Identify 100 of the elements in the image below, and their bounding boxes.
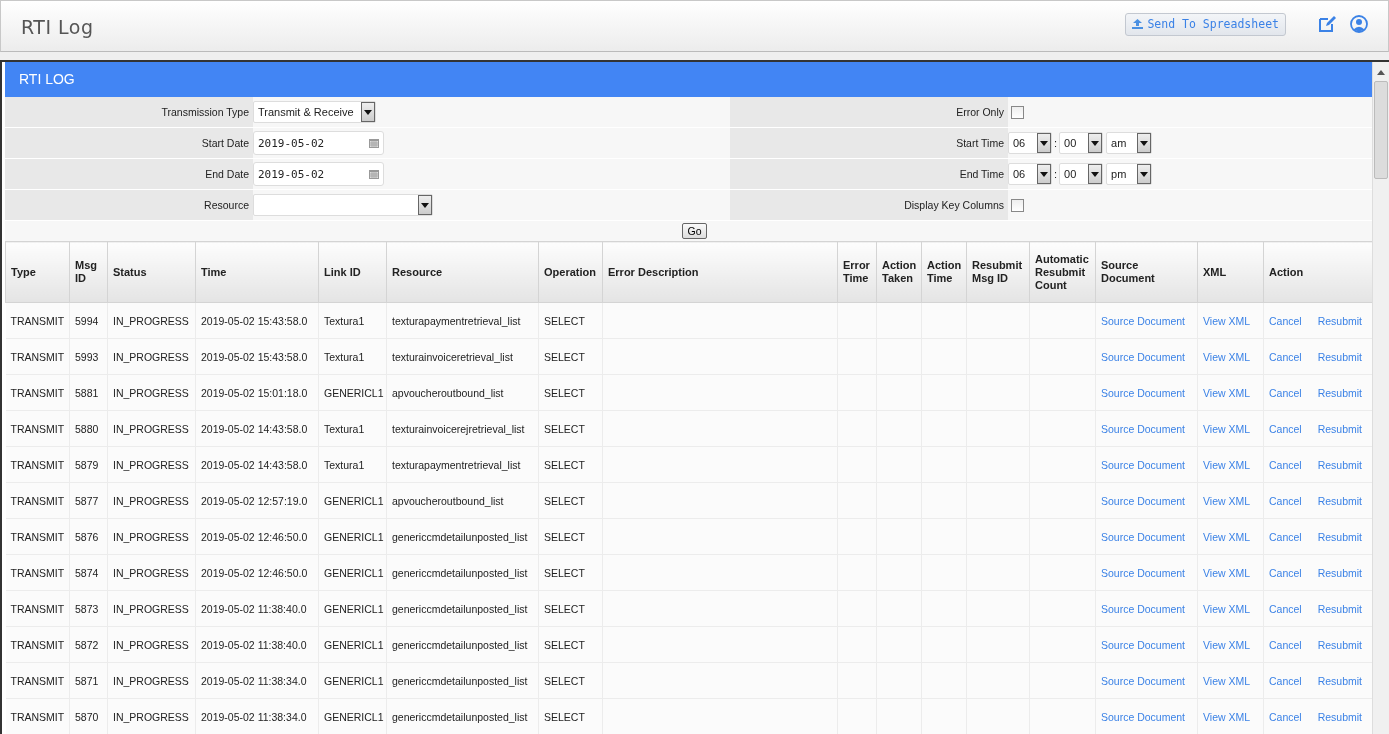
table-cell: IN_PROGRESS <box>107 482 196 519</box>
caret-icon <box>1091 171 1100 177</box>
minute-select[interactable]: 00 <box>1059 163 1104 185</box>
scrollbar[interactable] <box>1372 62 1389 734</box>
column-header[interactable]: Type <box>5 241 70 303</box>
column-header[interactable]: Resource <box>386 241 539 303</box>
select-value: 06 <box>1012 137 1026 149</box>
cancel-link[interactable]: Cancel <box>1269 458 1302 471</box>
resubmit-link[interactable]: Resubmit <box>1317 494 1363 507</box>
cancel-link[interactable]: Cancel <box>1269 602 1302 615</box>
column-header[interactable]: Time <box>195 241 319 303</box>
field-label: Start Date <box>201 137 249 149</box>
table-cell: TRANSMIT <box>5 554 70 591</box>
resubmit-link[interactable]: Resubmit <box>1317 314 1363 327</box>
cancel-link[interactable]: Cancel <box>1269 386 1302 399</box>
table-cell: TRANSMIT <box>5 590 70 627</box>
cancel-link[interactable]: Cancel <box>1269 566 1302 579</box>
column-header[interactable]: Resubmit Msg ID <box>966 241 1030 303</box>
table-cell: 2019-05-02 11:38:40.0 <box>195 626 319 663</box>
column-header[interactable]: Status <box>107 241 196 303</box>
resubmit-link[interactable]: Resubmit <box>1317 350 1363 363</box>
table-cell: IN_PROGRESS <box>107 590 196 627</box>
table-cell: IN_PROGRESS <box>107 698 196 734</box>
resubmit-link[interactable]: Resubmit <box>1317 530 1363 543</box>
date-field[interactable]: 2019-05-02 <box>253 131 384 155</box>
table-cell: SELECT <box>538 482 603 519</box>
table-cell: IN_PROGRESS <box>107 626 196 663</box>
ampm-select[interactable]: pm <box>1106 163 1153 185</box>
table-cell: 2019-05-02 15:01:18.0 <box>195 374 319 411</box>
table-cell: apvoucheroutbound_list <box>386 482 539 519</box>
column-header[interactable]: Action <box>1263 241 1372 303</box>
table-cell: 2019-05-02 11:38:40.0 <box>195 590 319 627</box>
minute-select[interactable]: 00 <box>1059 132 1104 154</box>
column-header[interactable]: Automatic Resubmit Count <box>1029 241 1096 303</box>
panel-title: RTI LOG <box>5 62 1372 97</box>
caret-icon <box>1040 171 1048 177</box>
type-select[interactable]: Transmit & Receive <box>253 101 376 123</box>
column-header[interactable]: Error Time <box>837 241 877 303</box>
table-cell: SELECT <box>538 446 603 483</box>
go-button[interactable]: Go <box>682 223 707 239</box>
checkbox[interactable] <box>1011 198 1024 212</box>
table-cell: 2019-05-02 15:43:58.0 <box>195 338 319 375</box>
column-header[interactable]: Error Description <box>602 241 838 303</box>
hour-select[interactable]: 06 <box>1008 132 1052 154</box>
table-cell: SELECT <box>538 626 603 663</box>
checkbox[interactable] <box>1011 105 1024 119</box>
table-cell: TRANSMIT <box>5 482 70 519</box>
date-value: 2019-05-02 <box>257 167 325 181</box>
table-cell: GENERICL1 <box>318 482 387 519</box>
table-cell: IN_PROGRESS <box>107 446 196 483</box>
table-cell: 2019-05-02 15:43:58.0 <box>195 302 319 339</box>
resource-select[interactable] <box>253 194 433 216</box>
table-cell: TRANSMIT <box>5 446 70 483</box>
resubmit-link[interactable]: Resubmit <box>1317 710 1363 723</box>
hour-select[interactable]: 06 <box>1008 163 1052 185</box>
cancel-link[interactable]: Cancel <box>1269 674 1302 687</box>
user-icon[interactable] <box>1350 15 1368 33</box>
caret-icon <box>1140 140 1149 146</box>
cancel-link[interactable]: Cancel <box>1269 638 1302 651</box>
cancel-link[interactable]: Cancel <box>1269 314 1302 327</box>
resubmit-link[interactable]: Resubmit <box>1317 566 1363 579</box>
column-header[interactable]: XML <box>1197 241 1264 303</box>
field-label: Resource <box>204 199 249 211</box>
cancel-link[interactable]: Cancel <box>1269 710 1302 723</box>
time-separator: : <box>1054 137 1058 149</box>
column-header[interactable]: Action Taken <box>876 241 922 303</box>
resubmit-link[interactable]: Resubmit <box>1317 602 1363 615</box>
column-header[interactable]: Link ID <box>318 241 387 303</box>
select-value: 06 <box>1012 168 1026 180</box>
table-cell: 2019-05-02 12:46:50.0 <box>195 518 319 555</box>
resubmit-link[interactable]: Resubmit <box>1317 674 1363 687</box>
table-cell: IN_PROGRESS <box>107 662 196 699</box>
column-header[interactable]: Source Document <box>1095 241 1198 303</box>
table-cell: apvoucheroutbound_list <box>386 374 539 411</box>
table-cell: SELECT <box>538 662 603 699</box>
ampm-select[interactable]: am <box>1106 132 1153 154</box>
cancel-link[interactable]: Cancel <box>1269 494 1302 507</box>
cancel-link[interactable]: Cancel <box>1269 530 1302 543</box>
resubmit-link[interactable]: Resubmit <box>1317 422 1363 435</box>
resubmit-link[interactable]: Resubmit <box>1317 386 1363 399</box>
table-cell: SELECT <box>538 590 603 627</box>
column-header[interactable]: Operation <box>538 241 603 303</box>
field-label: Display Key Columns <box>904 199 1004 211</box>
column-header[interactable]: Action Time <box>921 241 967 303</box>
select-value: pm <box>1110 168 1127 180</box>
column-header[interactable]: Msg ID <box>69 241 108 303</box>
resubmit-link[interactable]: Resubmit <box>1317 458 1363 471</box>
date-field[interactable]: 2019-05-02 <box>253 162 384 186</box>
page-title: RTI Log <box>21 16 94 38</box>
field-label: End Date <box>205 168 249 180</box>
table-cell: genericcmdetailunposted_list <box>386 518 539 555</box>
table-cell: IN_PROGRESS <box>107 374 196 411</box>
resubmit-link[interactable]: Resubmit <box>1317 638 1363 651</box>
cancel-link[interactable]: Cancel <box>1269 422 1302 435</box>
cancel-link[interactable]: Cancel <box>1269 350 1302 363</box>
export-button[interactable]: Send To Spreadsheet <box>1125 12 1286 36</box>
edit-icon[interactable] <box>1318 15 1338 33</box>
table-cell: texturainvoicerejretrieval_list <box>386 410 539 447</box>
table-cell: texturapaymentretrieval_list <box>386 446 539 483</box>
table-cell: SELECT <box>538 338 603 375</box>
